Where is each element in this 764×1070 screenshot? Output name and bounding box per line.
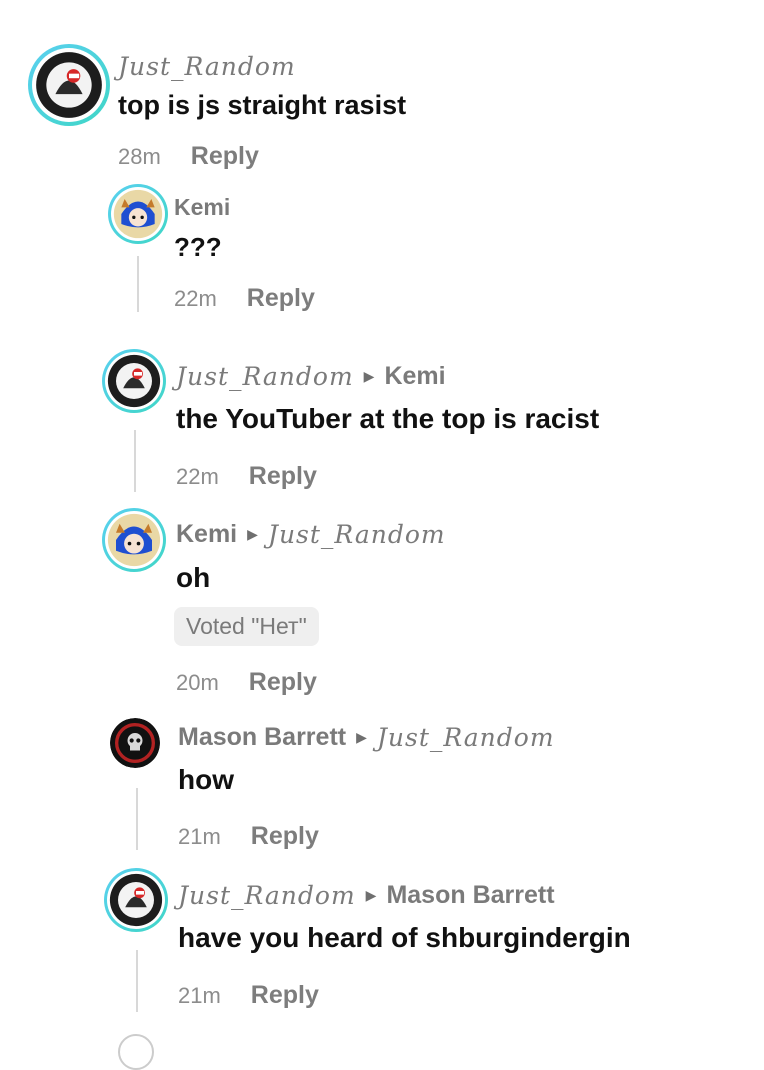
timestamp: 20m [176, 670, 219, 695]
comment-meta: 28m Reply [118, 142, 259, 171]
reply-to-name[interactable]: Just_Random [268, 520, 446, 549]
comment-header: Kemi ▶ Just_Random [176, 520, 446, 549]
thread-line [136, 950, 138, 1012]
avatar-just-random[interactable] [102, 349, 166, 413]
comment-text: ??? [174, 232, 222, 262]
author-name[interactable]: Just_Random [118, 52, 296, 81]
reply-to-name[interactable]: Kemi [384, 362, 445, 391]
thread-line [136, 788, 138, 850]
author-name[interactable]: Mason Barrett [178, 723, 346, 752]
timestamp: 28m [118, 144, 161, 169]
avatar-just-random[interactable] [28, 44, 110, 126]
avatar-just-random[interactable] [104, 868, 168, 932]
comment-header: Mason Barrett ▶ Just_Random [178, 723, 555, 752]
anime-avatar-icon [107, 513, 161, 567]
author-name[interactable]: Just_Random [176, 362, 354, 391]
timestamp: 22m [176, 464, 219, 489]
author-name[interactable]: Kemi [176, 520, 237, 549]
comment-meta: 22m Reply [176, 462, 317, 491]
reply-button[interactable]: Reply [251, 822, 319, 851]
comment-meta: 20m Reply [176, 668, 317, 697]
comment-header: Just_Random ▶ Kemi [176, 362, 446, 391]
avatar-next-comment[interactable] [118, 1034, 154, 1070]
skull-logo-icon [110, 718, 160, 768]
comment-text: have you heard of shburgindergin [178, 922, 631, 953]
comment-header: Just_Random ▶ Mason Barrett [178, 881, 555, 910]
avatar-kemi[interactable] [108, 184, 168, 244]
reply-to-name[interactable]: Just_Random [377, 723, 555, 752]
timestamp: 21m [178, 824, 221, 849]
caret-right-icon: ▶ [356, 729, 367, 745]
reply-button[interactable]: Reply [251, 981, 319, 1010]
comment-header: Just_Random [118, 52, 296, 81]
reply-to-name[interactable]: Mason Barrett [386, 881, 554, 910]
reply-button[interactable]: Reply [191, 142, 259, 171]
comment-meta: 22m Reply [174, 284, 315, 313]
caret-right-icon: ▶ [365, 887, 377, 903]
comment-text: top is js straight rasist [118, 90, 407, 120]
comment-text: oh [176, 562, 211, 593]
comment-text: the YouTuber at the top is racist [176, 403, 600, 434]
comment-text: how [178, 764, 234, 795]
badge-avatar-icon [36, 52, 102, 118]
anime-avatar-icon [113, 189, 163, 239]
thread-line [134, 430, 136, 492]
comment-header: Kemi [174, 194, 230, 221]
comment-meta: 21m Reply [178, 822, 319, 851]
caret-right-icon: ▶ [363, 368, 375, 384]
avatar-mason-barrett[interactable] [110, 718, 160, 768]
reply-button[interactable]: Reply [249, 462, 317, 491]
reply-button[interactable]: Reply [247, 284, 315, 313]
timestamp: 22m [174, 286, 217, 311]
avatar-kemi[interactable] [102, 508, 166, 572]
author-name[interactable]: Kemi [174, 194, 230, 221]
badge-avatar-icon [109, 873, 163, 927]
badge-avatar-icon [107, 354, 161, 408]
author-name[interactable]: Just_Random [178, 881, 356, 910]
comment-meta: 21m Reply [178, 981, 319, 1010]
timestamp: 21m [178, 983, 221, 1008]
reply-button[interactable]: Reply [249, 668, 317, 697]
vote-badge: Voted "Нет" [174, 607, 319, 646]
caret-right-icon: ▶ [247, 526, 258, 542]
thread-line [137, 256, 139, 312]
